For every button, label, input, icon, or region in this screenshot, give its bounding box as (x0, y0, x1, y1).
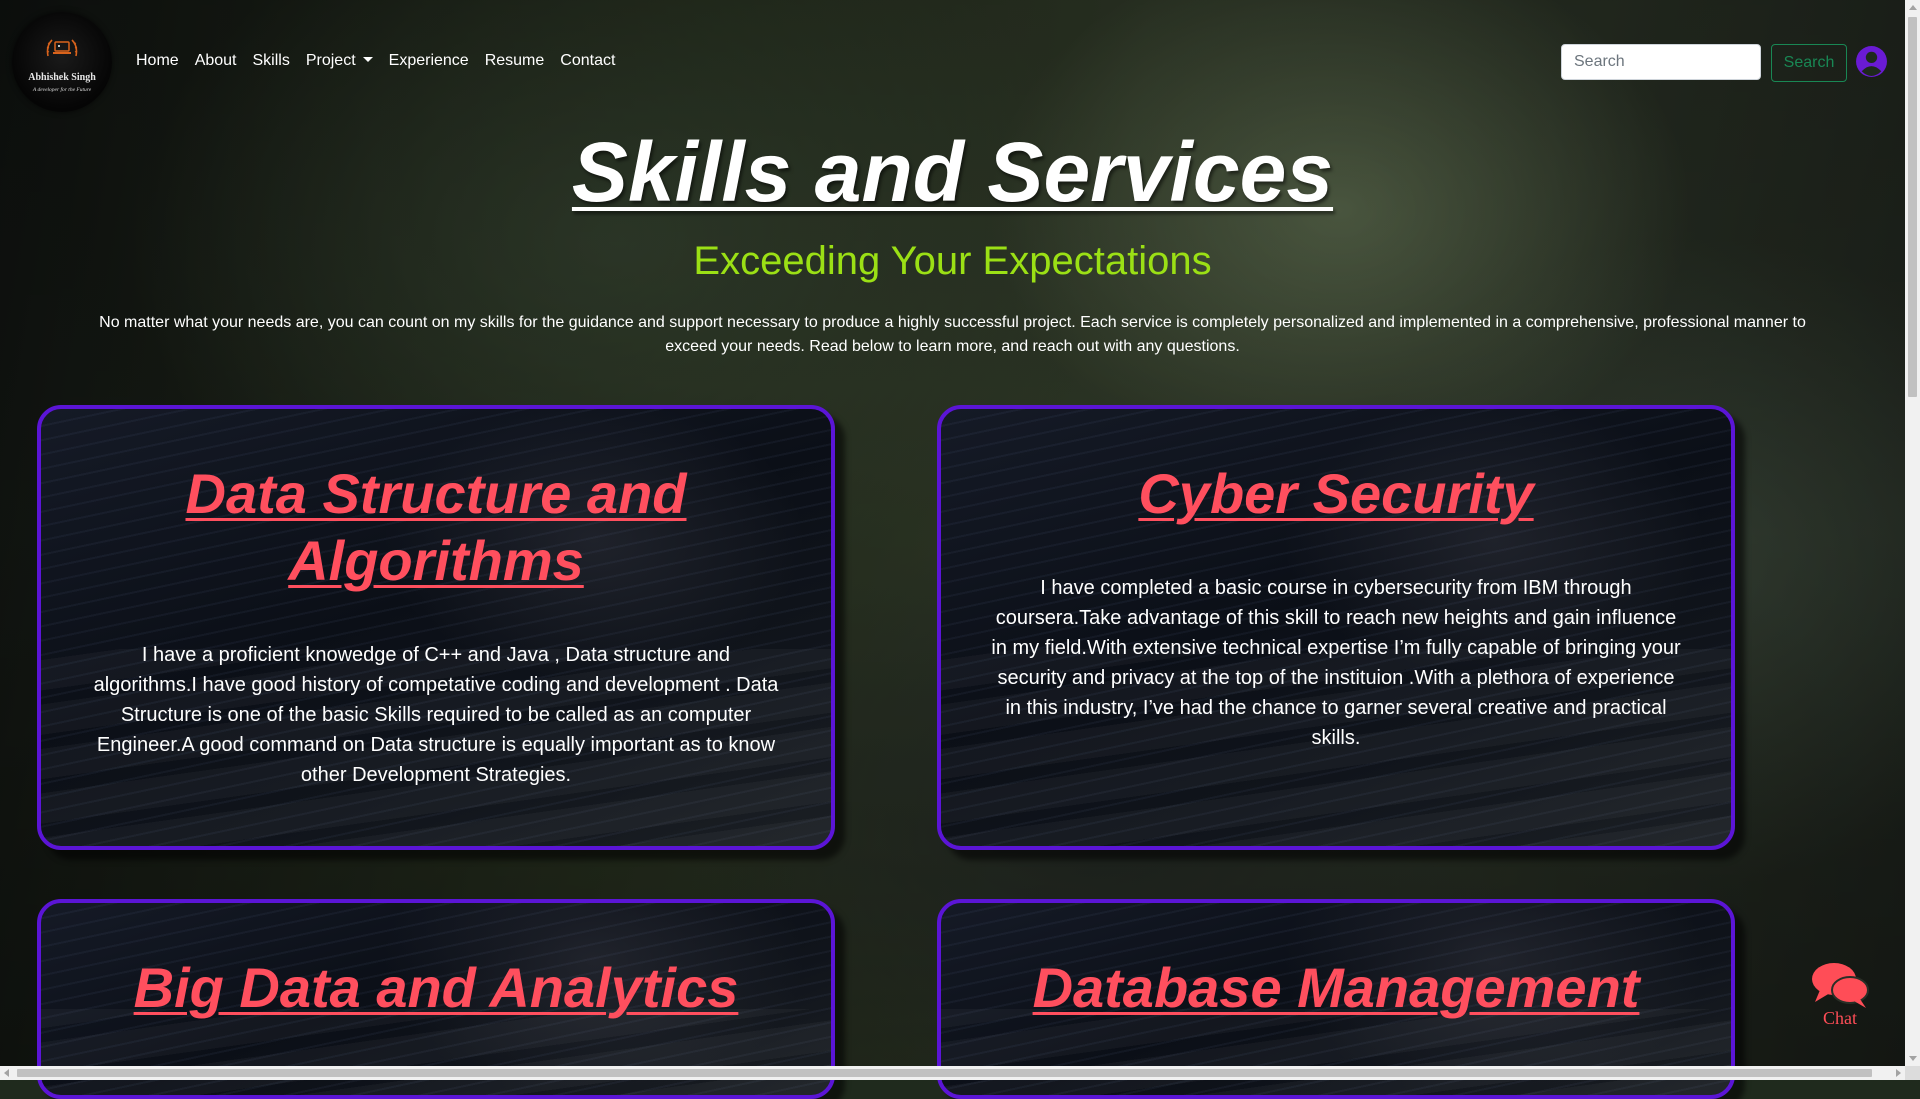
brand-tagline: A developer for the Future (32, 87, 92, 93)
card-title[interactable]: Big Data and Analytics (41, 903, 831, 1021)
chat-label: Chat (1823, 1008, 1857, 1028)
brand-name: Abhishek Singh (28, 72, 96, 83)
scrollbar-thumb[interactable] (1908, 17, 1917, 397)
nav-project-dropdown[interactable]: Project (306, 52, 373, 70)
scroll-left-icon[interactable] (4, 1069, 9, 1077)
nav-links: Home About Skills Project Experience Res… (136, 52, 631, 70)
card-text: I have a proficient knowedge of C++ and … (93, 644, 779, 786)
brand-logo[interactable]: Abhishek Singh A developer for the Futur… (12, 12, 112, 112)
nav-project-label: Project (305, 52, 356, 69)
search-input[interactable] (1561, 44, 1761, 80)
nav-skills[interactable]: Skills (253, 52, 290, 70)
skill-card-cyber-security: Cyber Security I have completed a basic … (937, 405, 1735, 850)
nav-about[interactable]: About (195, 52, 237, 70)
chat-widget[interactable]: Chat (1806, 960, 1874, 1029)
horizontal-scrollbar[interactable] (0, 1066, 1905, 1080)
scroll-up-icon[interactable] (1909, 5, 1917, 10)
vertical-scrollbar[interactable] (1905, 0, 1920, 1066)
scroll-right-icon[interactable] (1896, 1069, 1901, 1077)
card-title[interactable]: Data Structure and Algorithms (41, 409, 831, 594)
intro-paragraph: No matter what your needs are, you can c… (99, 314, 1806, 355)
nav-home[interactable]: Home (136, 52, 179, 70)
chevron-down-icon (362, 57, 373, 62)
laptop-laurel-icon (46, 39, 78, 57)
card-title[interactable]: Database Management (941, 903, 1731, 1021)
skill-card-dsa: Data Structure and Algorithms I have a p… (37, 405, 835, 850)
scrollbar-corner (1905, 1066, 1920, 1080)
card-title[interactable]: Cyber Security (941, 409, 1731, 527)
search-button[interactable]: Search (1771, 44, 1847, 82)
nav-experience[interactable]: Experience (389, 52, 469, 70)
chat-bubbles-icon (1812, 963, 1869, 1008)
page-title: Skills and Services (571, 125, 1334, 219)
navbar: Abhishek Singh A developer for the Futur… (0, 0, 1905, 125)
scrollbar-thumb[interactable] (17, 1069, 1872, 1077)
nav-contact[interactable]: Contact (560, 52, 615, 70)
nav-resume[interactable]: Resume (485, 52, 545, 70)
scroll-down-icon[interactable] (1909, 1056, 1917, 1061)
page-subtitle: Exceeding Your Expectations (693, 239, 1212, 283)
user-circle-icon[interactable] (1855, 45, 1888, 78)
card-text: I have completed a basic course in cyber… (991, 577, 1681, 749)
